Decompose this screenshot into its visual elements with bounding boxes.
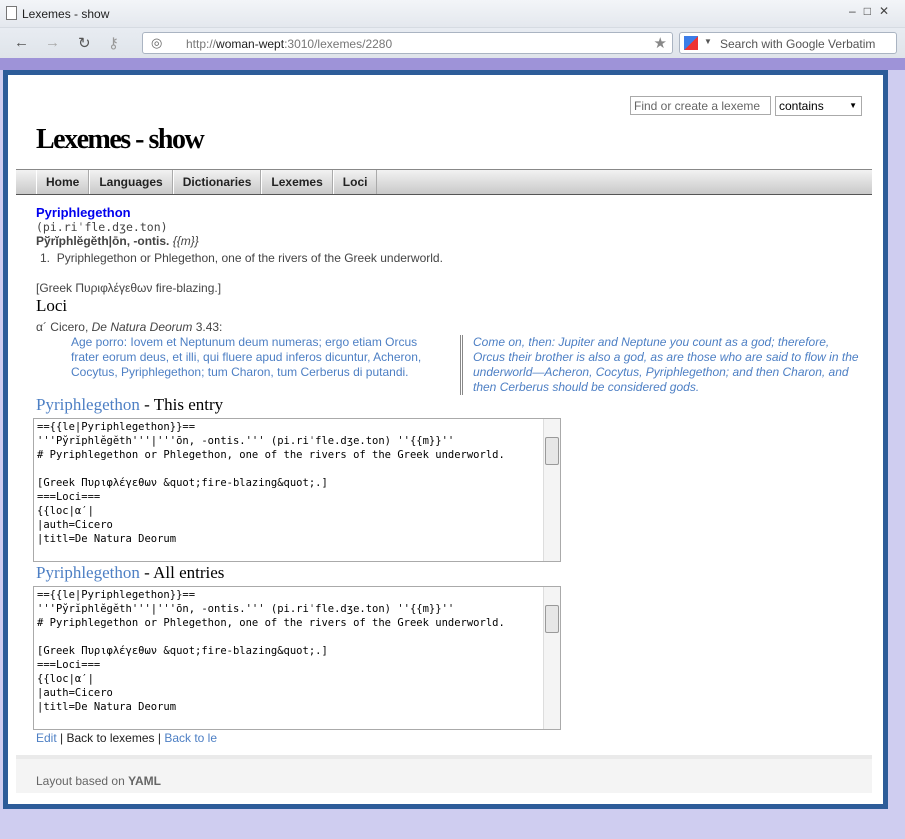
this-entry-source[interactable]: =={{le|Pyriphlegethon}}== '''Pўrĭphlĕgĕt… bbox=[33, 418, 561, 562]
nav-dictionaries[interactable]: Dictionaries bbox=[172, 170, 262, 194]
nav-loci[interactable]: Loci bbox=[332, 170, 378, 194]
page-background-band bbox=[0, 58, 905, 70]
globe-icon: ◎ bbox=[151, 35, 163, 50]
browser-toolbar: ← → ↻ ⚷ ◎ http://woman-wept:3010/lexemes… bbox=[0, 28, 905, 58]
locus-ref: 3.43: bbox=[195, 320, 223, 334]
locus-author: Cicero, bbox=[50, 320, 89, 334]
url-host: woman-wept bbox=[216, 37, 285, 51]
etymology: [Greek Πυριφλέγεθων fire-blazing.] bbox=[36, 281, 222, 295]
back-to-le-link[interactable]: Back to le bbox=[164, 731, 217, 745]
window-controls[interactable]: –□✕ bbox=[849, 4, 897, 18]
chevron-down-icon[interactable]: ▼ bbox=[704, 37, 712, 46]
main-nav: Home Languages Dictionaries Lexemes Loci bbox=[16, 169, 872, 195]
pronunciation: (pi.riˈfle.dʒe.ton) bbox=[36, 220, 168, 234]
all-entries-label: - All entries bbox=[144, 563, 225, 582]
sense: Pyriphlegethon or Phlegethon, one of the… bbox=[56, 251, 443, 265]
nav-home[interactable]: Home bbox=[36, 170, 90, 194]
url-prefix: http:// bbox=[186, 37, 217, 51]
select-value: contains bbox=[779, 99, 824, 113]
url-path: :3010/lexemes/2280 bbox=[284, 37, 393, 51]
star-icon[interactable]: ★ bbox=[654, 34, 667, 52]
tab-title: Lexemes - show bbox=[22, 7, 110, 21]
entry-content: Pyriphlegethon (pi.riˈfle.dʒe.ton) Pўrĭp… bbox=[36, 205, 866, 395]
this-entry-label: - This entry bbox=[144, 395, 224, 414]
google-icon bbox=[684, 36, 698, 50]
footer: Layout based on YAML bbox=[16, 755, 872, 793]
locus-latin: Age porro: Iovem et Neptunum deum numera… bbox=[71, 335, 422, 379]
edit-link[interactable]: Edit bbox=[36, 731, 57, 745]
scrollbar[interactable] bbox=[543, 587, 560, 729]
page-icon bbox=[6, 6, 17, 20]
locus-mark: α´ bbox=[36, 320, 47, 334]
sense-number: 1. bbox=[40, 251, 51, 265]
gender: {{m}} bbox=[172, 234, 199, 248]
all-entries-link[interactable]: Pyriphlegethon bbox=[36, 563, 140, 582]
headword: Pўrĭphlĕgĕth|ōn, -ontis. bbox=[36, 234, 170, 248]
address-bar[interactable]: ◎ http://woman-wept:3010/lexemes/2280 ★ bbox=[142, 32, 673, 54]
match-mode-select[interactable]: contains ▼ bbox=[775, 96, 862, 116]
chevron-down-icon: ▼ bbox=[849, 101, 857, 110]
lemma: Pyriphlegethon bbox=[36, 205, 131, 220]
search-placeholder: Search with Google Verbatim bbox=[720, 37, 876, 51]
separator: | bbox=[56, 731, 67, 745]
separator: | bbox=[154, 731, 165, 745]
page-title: Lexemes - show bbox=[36, 124, 205, 155]
back-to-lexemes-link[interactable]: Back to lexemes bbox=[66, 731, 154, 745]
locus-english: Come on, then: Jupiter and Neptune you c… bbox=[460, 335, 860, 395]
loci-heading: Loci bbox=[36, 296, 68, 315]
this-entry-link[interactable]: Pyriphlegethon bbox=[36, 395, 140, 414]
reload-icon[interactable]: ↻ bbox=[78, 34, 91, 52]
forward-icon[interactable]: → bbox=[45, 34, 60, 51]
key-icon[interactable]: ⚷ bbox=[108, 34, 119, 52]
nav-languages[interactable]: Languages bbox=[89, 170, 173, 194]
nav-lexemes[interactable]: Lexemes bbox=[261, 170, 333, 194]
lexeme-search-input[interactable]: Find or create a lexeme bbox=[630, 96, 771, 115]
back-icon[interactable]: ← bbox=[14, 34, 29, 51]
browser-search-input[interactable]: ▼ Search with Google Verbatim bbox=[679, 32, 897, 54]
locus-work: De Natura Deorum bbox=[91, 320, 193, 334]
all-entries-source[interactable]: =={{le|Pyriphlegethon}}== '''Pўrĭphlĕgĕt… bbox=[33, 586, 561, 730]
footer-text: Layout based on bbox=[36, 774, 129, 788]
browser-titlebar: Lexemes - show –□✕ bbox=[0, 0, 905, 28]
scrollbar[interactable] bbox=[543, 419, 560, 561]
yaml-link[interactable]: YAML bbox=[128, 774, 161, 788]
